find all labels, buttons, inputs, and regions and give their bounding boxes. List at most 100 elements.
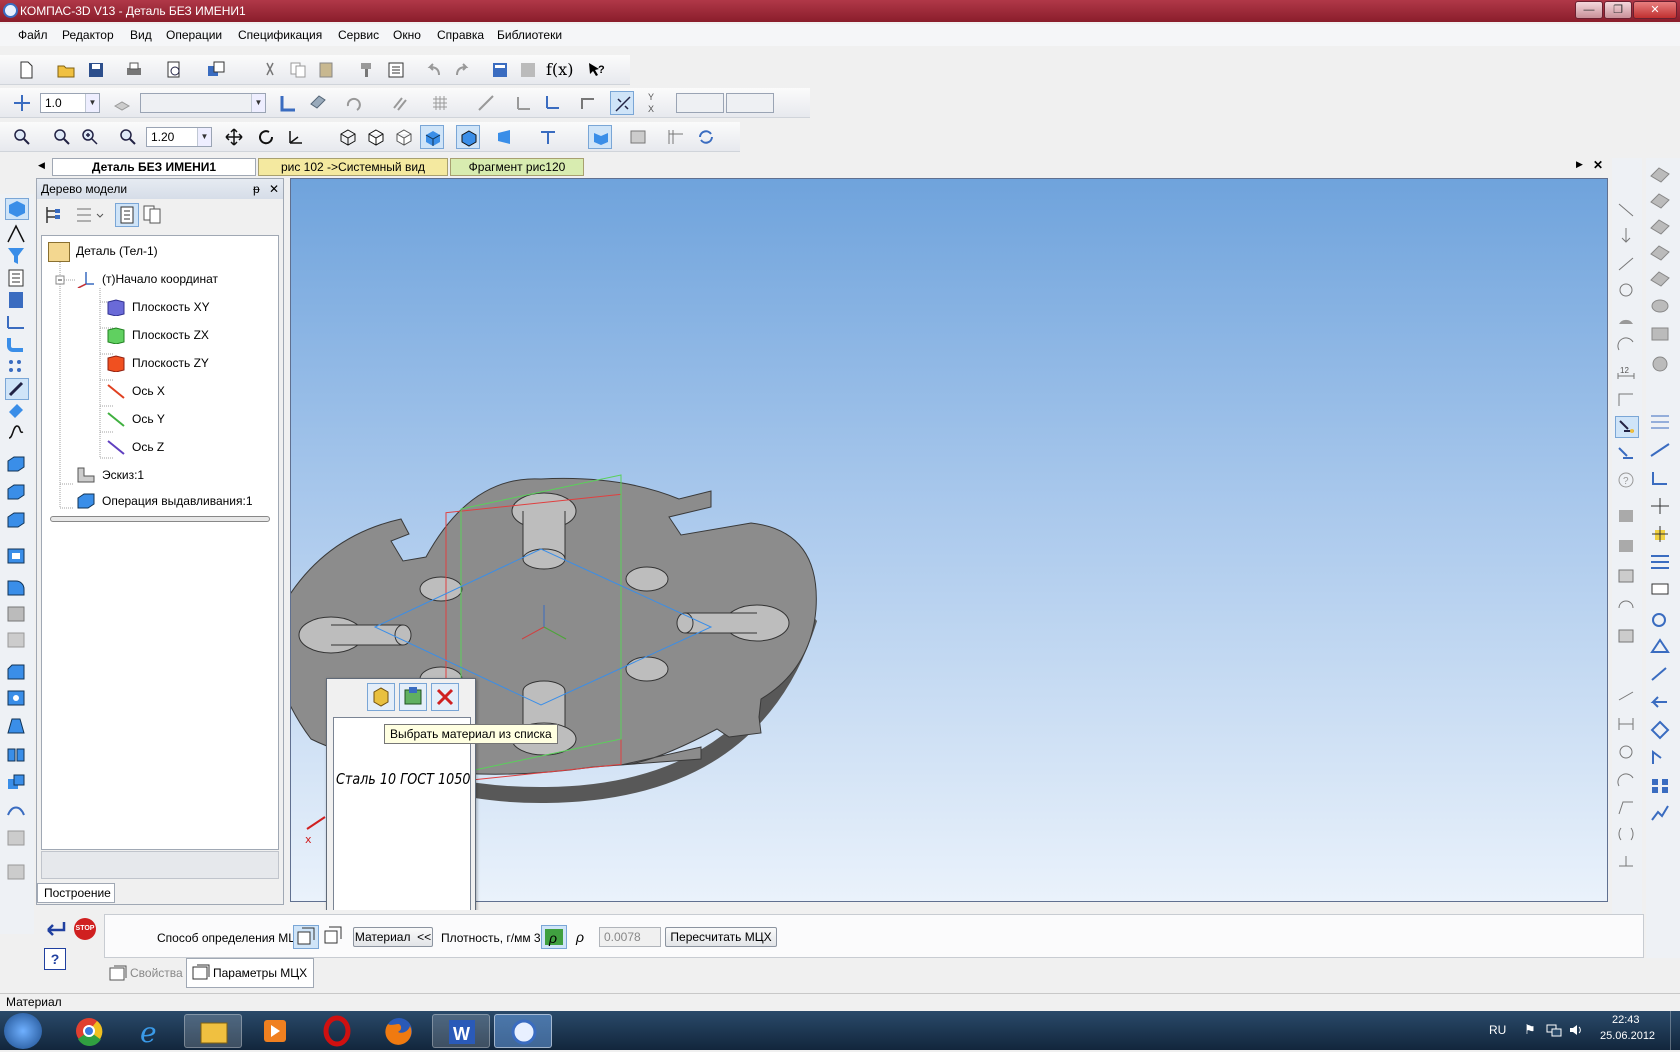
- menu-libraries[interactable]: Библиотеки: [497, 28, 562, 42]
- fillet-icon[interactable]: [5, 578, 29, 600]
- text-icon[interactable]: [1649, 580, 1673, 602]
- wireframe-icon[interactable]: [336, 125, 360, 149]
- curve-4-icon[interactable]: [1649, 496, 1673, 518]
- menu-help[interactable]: Справка: [437, 28, 484, 42]
- shell-icon[interactable]: [5, 604, 29, 626]
- close-button[interactable]: ✕: [1633, 1, 1677, 19]
- leader-icon[interactable]: [1649, 664, 1673, 686]
- open-file-button[interactable]: [54, 58, 78, 82]
- cursor-step-combo[interactable]: 1.0 ▼: [40, 93, 100, 113]
- solid-select-icon[interactable]: [1615, 506, 1639, 528]
- word-taskbar-icon[interactable]: W: [432, 1014, 490, 1048]
- circle-tool-icon[interactable]: [1615, 742, 1639, 764]
- plus-point-icon[interactable]: [1649, 524, 1673, 546]
- rotate-tool-icon[interactable]: [342, 91, 366, 115]
- tree-horizontal-scrollbar[interactable]: [50, 516, 270, 522]
- clock-time[interactable]: 22:43: [1612, 1014, 1640, 1026]
- fragment-icon[interactable]: [1615, 536, 1639, 558]
- tab-mcx-params[interactable]: Параметры МЦХ: [186, 958, 314, 988]
- rebuild-icon[interactable]: [694, 125, 718, 149]
- tree-history-icon[interactable]: [141, 203, 165, 227]
- pan-icon[interactable]: [222, 125, 246, 149]
- ortho-icon[interactable]: [576, 91, 600, 115]
- dimension-12-icon[interactable]: 12: [1615, 364, 1639, 386]
- draft-icon[interactable]: [5, 716, 29, 738]
- perspective-icon[interactable]: [492, 125, 516, 149]
- chevron-down-icon[interactable]: ▼: [85, 94, 99, 112]
- sheet-icon[interactable]: [5, 862, 29, 884]
- tree-filter-icon[interactable]: [73, 203, 105, 227]
- coord-x-field[interactable]: [676, 93, 724, 113]
- new-file-button[interactable]: [14, 58, 38, 82]
- local-cs-icon[interactable]: [512, 91, 536, 115]
- tree-structure-icon[interactable]: [41, 203, 65, 227]
- zoom-scale-icon[interactable]: [116, 125, 140, 149]
- chrome-taskbar-icon[interactable]: [60, 1014, 118, 1048]
- tab-detail-bez-imeni1[interactable]: Деталь БЕЗ ИМЕНИ1: [52, 158, 256, 176]
- network-icon[interactable]: [1546, 1023, 1562, 1037]
- roughness-icon[interactable]: [1649, 608, 1673, 630]
- orientation-view-icon[interactable]: [284, 125, 308, 149]
- axes-icon[interactable]: [540, 91, 564, 115]
- volume-icon[interactable]: [1568, 1023, 1584, 1037]
- rib-icon[interactable]: [5, 630, 29, 652]
- stop-button[interactable]: STOP: [74, 918, 96, 940]
- kinematic-icon[interactable]: [5, 510, 29, 532]
- action-center-flag-icon[interactable]: ⚑: [1524, 1022, 1536, 1038]
- chevron-down-icon[interactable]: ▼: [251, 94, 265, 112]
- language-indicator[interactable]: RU: [1489, 1023, 1506, 1037]
- cut-button[interactable]: [258, 58, 282, 82]
- menu-view[interactable]: Вид: [130, 28, 152, 42]
- pipeline-icon[interactable]: [5, 334, 29, 356]
- zoom-region-icon[interactable]: [50, 125, 74, 149]
- selection-icon[interactable]: [5, 400, 29, 422]
- paste-button[interactable]: [314, 58, 338, 82]
- tab-scroll-left-icon[interactable]: ◀: [38, 160, 45, 171]
- bracket-icon[interactable]: [1615, 824, 1639, 846]
- menu-service[interactable]: Сервис: [338, 28, 379, 42]
- plane-icon[interactable]: [306, 91, 330, 115]
- editing-details-icon[interactable]: [5, 198, 29, 220]
- split-icon[interactable]: [5, 828, 29, 850]
- menu-file[interactable]: Файл: [18, 28, 48, 42]
- dimensions-icon[interactable]: [664, 125, 688, 149]
- help-button[interactable]: ?: [44, 948, 66, 970]
- measure-tool-icon[interactable]: [5, 378, 29, 400]
- coord-y-field[interactable]: [726, 93, 774, 113]
- thin-hidden-icon[interactable]: [392, 125, 416, 149]
- zoom-combo[interactable]: 1.20 ▼: [146, 127, 212, 147]
- tab-postroenie[interactable]: Построение: [37, 883, 115, 903]
- surface-5-icon[interactable]: [1649, 270, 1673, 292]
- pin-icon[interactable]: ᵽ: [253, 179, 260, 199]
- section-icon[interactable]: [536, 125, 560, 149]
- material-cancel-icon[interactable]: [431, 683, 459, 711]
- hidden-lines-icon[interactable]: [364, 125, 388, 149]
- material-list[interactable]: Сталь 10 ГОСТ 1050: [333, 717, 471, 913]
- mcx-method-1-icon[interactable]: [293, 925, 319, 949]
- menu-operations[interactable]: Операции: [166, 28, 222, 42]
- zoom-window-icon[interactable]: [10, 125, 34, 149]
- save-button[interactable]: [84, 58, 108, 82]
- zoom-in-icon[interactable]: [78, 125, 102, 149]
- menu-specification[interactable]: Спецификация: [238, 28, 322, 42]
- cut-extrude-icon[interactable]: [5, 546, 29, 568]
- curve-1-icon[interactable]: [1649, 412, 1673, 434]
- menu-editor[interactable]: Редактор: [62, 28, 114, 42]
- material-library-icon[interactable]: [367, 683, 395, 711]
- tab-ris-102[interactable]: рис 102 ->Системный вид: [258, 158, 448, 176]
- print-button[interactable]: [122, 58, 146, 82]
- ie-taskbar-icon[interactable]: e: [122, 1014, 180, 1049]
- surface-7-icon[interactable]: [1649, 324, 1673, 346]
- context-help-button[interactable]: ?: [584, 58, 608, 82]
- rotate-view-icon[interactable]: [254, 125, 278, 149]
- move-icon[interactable]: [1615, 566, 1639, 588]
- material-name[interactable]: Сталь 10 ГОСТ 1050: [336, 770, 470, 788]
- duplicate-icon[interactable]: [1615, 626, 1639, 648]
- firefox-taskbar-icon[interactable]: [370, 1014, 428, 1048]
- dimensions-tool-icon[interactable]: [5, 312, 29, 334]
- table-icon[interactable]: [1649, 552, 1673, 574]
- copy-array-icon[interactable]: [5, 772, 29, 794]
- surface-2-icon[interactable]: [1649, 192, 1673, 214]
- curve-2-icon[interactable]: [1649, 440, 1673, 462]
- spline-icon[interactable]: [5, 422, 29, 444]
